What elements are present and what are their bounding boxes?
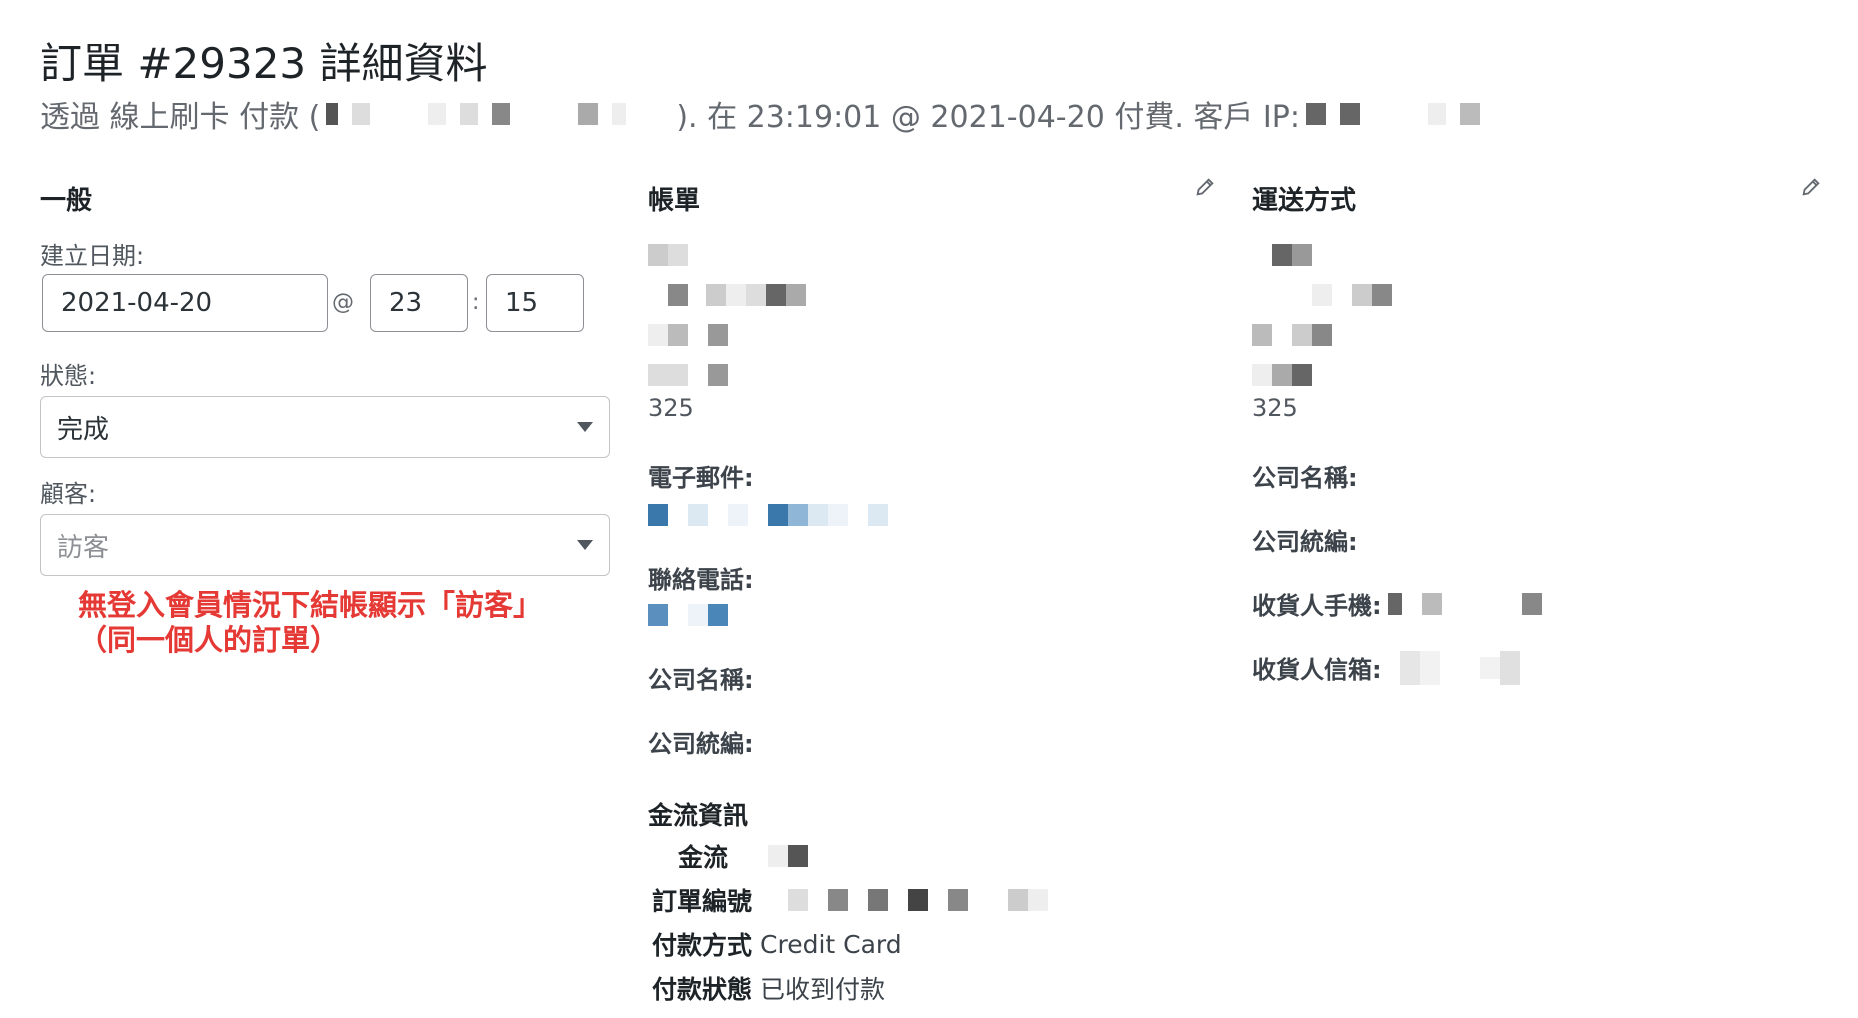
order-no-value-redacted: [788, 889, 1049, 911]
billing-tax-label: 公司統編:: [648, 730, 754, 758]
shipping-heading: 運送方式: [1252, 186, 1357, 216]
method-label: 付款方式: [652, 931, 753, 960]
billing-phone-label: 聯絡電話:: [648, 566, 754, 594]
shipping-mobile-label: 收貨人手機:: [1252, 592, 1382, 620]
created-date-label: 建立日期:: [40, 242, 145, 270]
shipping-email-label: 收貨人信箱:: [1252, 656, 1382, 684]
customer-value: 訪客: [57, 532, 110, 563]
billing-heading: 帳單: [648, 186, 701, 216]
minute-value: 15: [505, 288, 539, 318]
shipping-mobile-row: 收貨人手機:: [1252, 586, 1542, 621]
billing-email-label: 電子郵件:: [648, 464, 754, 492]
shipping-email-row: 收貨人信箱:: [1252, 650, 1520, 685]
gateway-value-redacted: [768, 845, 809, 867]
billing-phone-redacted[interactable]: [648, 604, 728, 626]
status-select[interactable]: 完成: [40, 396, 610, 458]
gateway-label: 金流: [678, 843, 729, 872]
shipping-email-redacted: [1399, 650, 1520, 685]
pencil-icon[interactable]: [1800, 176, 1822, 198]
status-value: 完成: [57, 414, 110, 445]
subtitle-prefix: 透過 線上刷卡 付款 (: [40, 100, 321, 135]
order-no-row: 訂單編號: [652, 882, 1049, 918]
minute-input[interactable]: 15: [486, 274, 584, 332]
pay-status-value: 已收到付款: [760, 975, 886, 1004]
caret-down-icon: [577, 422, 593, 432]
billing-company-label: 公司名稱:: [648, 666, 754, 694]
billing-email-redacted[interactable]: [648, 504, 888, 526]
customer-label: 顧客:: [40, 480, 97, 508]
pencil-icon[interactable]: [1194, 176, 1216, 198]
order-no-label: 訂單編號: [652, 887, 753, 916]
subtitle-middle: ). 在 23:19:01 @ 2021-04-20 付費. 客戶 IP:: [676, 100, 1300, 135]
annotation-line2: （同一個人的訂單）: [78, 623, 340, 657]
annotation-line1: 無登入會員情況下結帳顯示「訪客」: [78, 588, 543, 622]
shipping-company-label: 公司名稱:: [1252, 464, 1358, 492]
billing-address-redacted: [648, 244, 806, 386]
hour-value: 23: [389, 288, 423, 318]
customer-select[interactable]: 訪客: [40, 514, 610, 576]
redacted-ip: [1305, 103, 1480, 125]
gateway-row: 金流: [678, 838, 809, 874]
pay-status-row: 付款狀態 已收到付款: [652, 970, 885, 1006]
billing-postcode: 325: [648, 394, 694, 422]
date-value: 2021-04-20: [61, 288, 213, 318]
shipping-tax-label: 公司統編:: [1252, 528, 1358, 556]
time-colon: :: [472, 290, 480, 315]
payment-info-heading: 金流資訊: [648, 801, 749, 830]
caret-down-icon: [577, 540, 593, 550]
status-label: 狀態:: [40, 362, 97, 390]
at-separator: @: [332, 290, 354, 315]
method-value: Credit Card: [760, 929, 902, 959]
shipping-address-redacted: [1252, 244, 1392, 386]
redacted-payment-id: [326, 103, 670, 125]
shipping-mobile-redacted: [1387, 592, 1542, 615]
page-title: 訂單 #29323 詳細資料: [40, 39, 488, 88]
pay-status-label: 付款狀態: [652, 975, 753, 1004]
order-subtitle: 透過 線上刷卡 付款 ( ). 在 23:19:01 @ 2021-04-20 …: [40, 92, 1486, 136]
general-heading: 一般: [40, 186, 93, 216]
hour-input[interactable]: 23: [370, 274, 468, 332]
date-input[interactable]: 2021-04-20: [42, 274, 328, 332]
method-row: 付款方式 Credit Card: [652, 926, 902, 962]
shipping-postcode: 325: [1252, 394, 1298, 422]
